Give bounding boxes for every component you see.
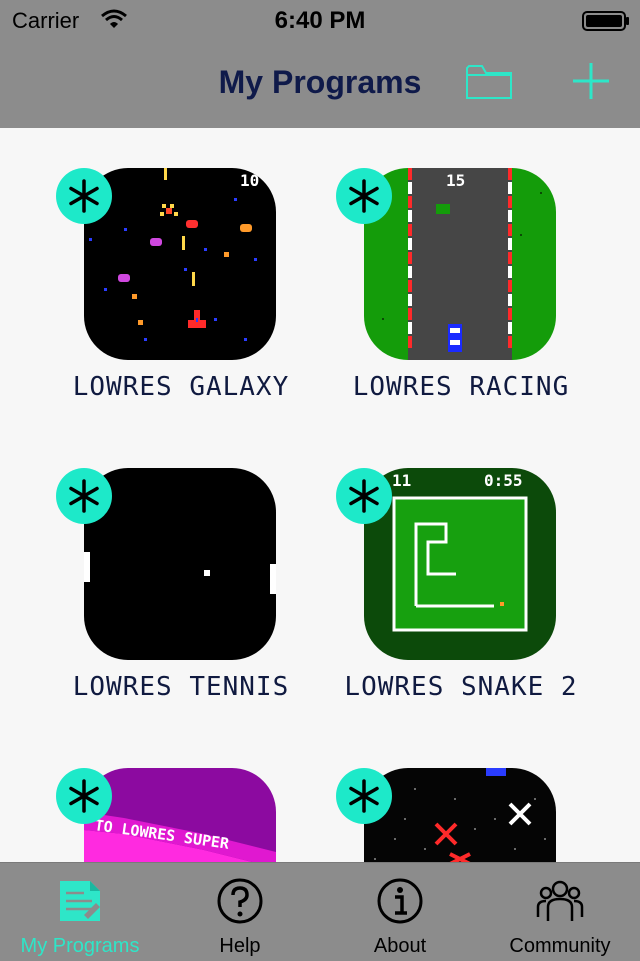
galaxy-thumbnail-art: 10	[89, 168, 259, 341]
battery-icon	[582, 11, 629, 31]
tab-help[interactable]: Help	[160, 863, 320, 961]
asterisk-icon	[56, 168, 112, 224]
program-tile-galaxy[interactable]: 10 LOWRES GALAXY	[56, 128, 296, 402]
status-bar: Carrier 6:40 PM	[0, 0, 640, 40]
program-thumbnail[interactable]: 15	[364, 168, 556, 360]
info-icon	[377, 878, 423, 924]
page-title: My Programs	[218, 64, 422, 100]
program-tile-racing[interactable]: 15 LOWRES RACING	[336, 128, 576, 402]
program-5-thumbnail-art: TO LOWRES SUPER	[84, 812, 276, 862]
program-thumbnail[interactable]: 10	[84, 168, 276, 360]
navigation-bar: My Programs	[0, 40, 640, 128]
program-thumbnail[interactable]	[364, 768, 556, 862]
tab-my-programs[interactable]: My Programs	[0, 863, 160, 961]
program-tile-snake2[interactable]: 11 0:55 LOWRES SNAKE 2	[336, 428, 577, 702]
tab-bar: My Programs Help About Community	[0, 862, 640, 961]
snake-thumbnail-art: 11 0:55	[392, 471, 528, 632]
program-name: LOWRES RACING	[352, 372, 570, 402]
help-icon	[217, 878, 263, 924]
program-name: LOWRES SNAKE 2	[344, 672, 578, 702]
programs-icon	[60, 881, 100, 921]
tab-community[interactable]: Community	[480, 863, 640, 961]
program-thumbnail[interactable]: TO LOWRES SUPER	[84, 768, 276, 862]
asterisk-icon	[336, 768, 392, 824]
snake-timer: 0:55	[484, 471, 523, 490]
program-thumbnail[interactable]	[84, 468, 276, 660]
program-tile-tennis[interactable]: LOWRES TENNIS	[56, 428, 296, 702]
racing-score: 15	[446, 171, 465, 190]
program-name: LOWRES TENNIS	[72, 672, 290, 702]
tennis-thumbnail-art	[84, 552, 276, 594]
add-program-button[interactable]	[570, 60, 612, 102]
snake-score: 11	[392, 471, 411, 490]
folder-icon[interactable]	[464, 60, 514, 102]
program-name: LOWRES GALAXY	[72, 372, 290, 402]
asterisk-icon	[336, 168, 392, 224]
program-tile-5[interactable]: TO LOWRES SUPER	[56, 728, 296, 862]
tab-label: Community	[509, 935, 611, 957]
program-grid[interactable]: 10 LOWRES GALAXY 15 LOWRES RACING LOWRES…	[0, 128, 640, 862]
clock: 6:40 PM	[274, 7, 366, 34]
tab-label: My Programs	[20, 935, 140, 957]
galaxy-score: 10	[240, 171, 259, 190]
tab-label: About	[373, 935, 427, 957]
tab-about[interactable]: About	[320, 863, 480, 961]
tab-label: Help	[219, 935, 261, 957]
asterisk-icon	[336, 468, 392, 524]
community-icon	[536, 880, 584, 921]
program-tile-6[interactable]	[336, 728, 576, 862]
racing-thumbnail-art: 15	[382, 168, 542, 360]
program-6-thumbnail-art	[374, 768, 546, 862]
asterisk-icon	[56, 768, 112, 824]
asterisk-icon	[56, 468, 112, 524]
program-thumbnail[interactable]: 11 0:55	[364, 468, 556, 660]
